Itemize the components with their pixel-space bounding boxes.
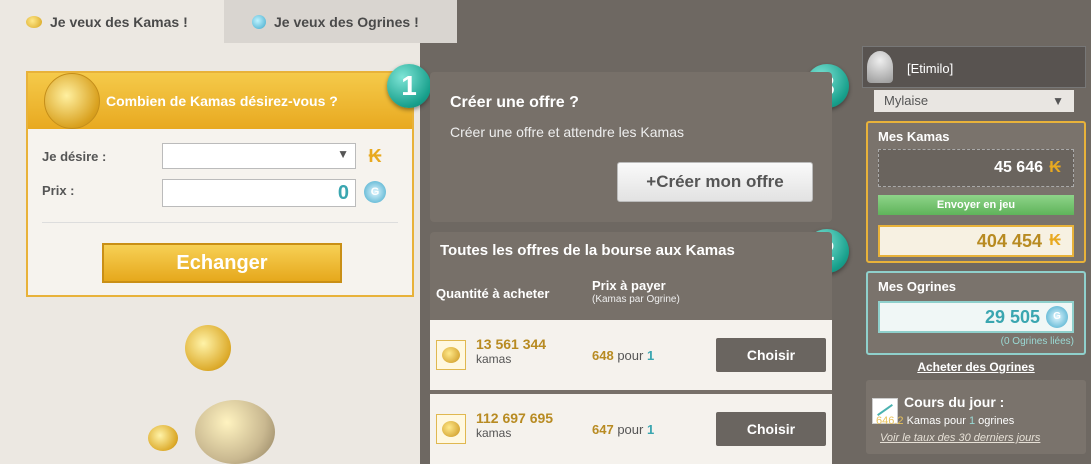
column-header-price: Prix à payer (592, 278, 666, 293)
my-ogrines-card: Mes Ogrines 29 505 G (0 Ogrines liées) (866, 271, 1086, 355)
desire-label: Je désire : (42, 149, 107, 164)
offer-price: 648 pour 1 (592, 348, 654, 363)
offer-price-pour: pour (617, 348, 644, 363)
username: [Etimilo] (907, 61, 954, 76)
price-input[interactable]: 0 (162, 179, 356, 207)
column-header-price-sub: (Kamas par Ogrine) (592, 294, 680, 305)
decorative-coin-icon (148, 425, 178, 451)
create-offer-panel: Créer une offre ? Créer une offre et att… (430, 72, 832, 222)
offer-price-pour: pour (617, 422, 644, 437)
offer-price: 647 pour 1 (592, 422, 654, 437)
kamas-amount: 45 646 (878, 149, 1074, 187)
my-kamas-title: Mes Kamas (878, 129, 950, 144)
money-bag-icon (195, 400, 275, 464)
ogrines-linked: (0 Ogrines liées) (1000, 336, 1074, 347)
create-offer-title: Créer une offre ? (450, 94, 579, 111)
tab-kamas[interactable]: Je veux des Kamas ! (0, 0, 224, 43)
server-select-value: Mylaise (884, 93, 929, 108)
column-header-quantity: Quantité à acheter (436, 286, 550, 301)
offers-panel: Toutes les offres de la bourse aux Kamas… (430, 232, 832, 464)
offer-quantity: 13 561 344 (476, 336, 547, 352)
exchange-button[interactable]: Echanger (102, 243, 342, 283)
kamas-coin-icon (26, 15, 42, 28)
choose-button[interactable]: Choisir (716, 338, 826, 372)
price-label: Prix : (42, 183, 75, 198)
my-ogrines-title: Mes Ogrines (878, 279, 957, 294)
kamas-symbol-icon: ₭ (1049, 159, 1061, 176)
decorative-coin-icon (185, 325, 231, 371)
divider (42, 222, 398, 223)
chevron-down-icon: ▼ (1052, 94, 1064, 108)
offer-price-ogrines: 1 (646, 348, 655, 363)
offer-unit: kamas (476, 352, 512, 366)
kamas-panel-title: Combien de Kamas désirez-vous ? (106, 93, 338, 109)
avatar (867, 51, 893, 83)
offer-unit: kamas (476, 426, 512, 440)
daily-rate-line: 646.2 Kamas pour 1 ogrines (876, 415, 1014, 427)
desire-select[interactable]: ▼ (162, 143, 356, 169)
step-badge-1: 1 (387, 64, 431, 108)
create-offer-subtitle: Créer une offre et attendre les Kamas (450, 124, 684, 140)
tab-ogrines[interactable]: Je veux des Ogrines ! (224, 0, 457, 43)
kamas-request-panel: Combien de Kamas désirez-vous ? Je désir… (26, 71, 414, 297)
rate-history-link[interactable]: Voir le taux des 30 derniers jours (880, 432, 1040, 444)
rate-text-2: ogrines (978, 415, 1015, 427)
send-in-game-button[interactable]: Envoyer en jeu (878, 195, 1074, 215)
buy-ogrines-link[interactable]: Acheter des Ogrines (866, 360, 1086, 374)
tab-ogrines-label: Je veux des Ogrines ! (274, 13, 419, 30)
ogrine-symbol-icon: G (364, 181, 386, 203)
offers-title: Toutes les offres de la bourse aux Kamas (440, 242, 735, 259)
kamas-coins-icon (436, 414, 466, 444)
user-bar: [Etimilo] (862, 46, 1086, 88)
offer-price-value: 648 (592, 348, 614, 363)
table-row: 112 697 695 kamas 647 pour 1 Choisir (430, 394, 832, 464)
ogrine-icon (252, 14, 266, 29)
kamas-coins-icon (436, 340, 466, 370)
kamas-coin-icon (44, 73, 100, 129)
kamas-symbol-icon: ₭ (368, 146, 382, 166)
daily-rate-panel: Cours du jour : 646.2 Kamas pour 1 ogrin… (866, 380, 1086, 454)
offer-quantity: 112 697 695 (476, 410, 554, 426)
kamas-panel-header: Combien de Kamas désirez-vous ? (28, 73, 412, 129)
table-row: 13 561 344 kamas 648 pour 1 Choisir (430, 320, 832, 390)
server-select[interactable]: Mylaise ▼ (874, 90, 1074, 112)
rate-text-1: Kamas pour (906, 415, 966, 427)
rate-value: 646.2 (876, 415, 904, 427)
rate-ogrines: 1 (968, 415, 976, 427)
ogrine-symbol-icon: G (1046, 306, 1068, 328)
ogrines-amount: 29 505 (878, 301, 1074, 333)
offer-price-ogrines: 1 (646, 422, 655, 437)
create-offer-button[interactable]: +Créer mon offre (617, 162, 813, 202)
daily-rate-title: Cours du jour : (904, 394, 1005, 410)
choose-button[interactable]: Choisir (716, 412, 826, 446)
offer-price-value: 647 (592, 422, 614, 437)
my-kamas-card: Mes Kamas 45 646 ₭ Envoyer en jeu 404 45… (866, 121, 1086, 263)
tab-kamas-label: Je veux des Kamas ! (50, 13, 188, 30)
kamas-bank-amount: 404 454 (878, 225, 1074, 257)
chevron-down-icon: ▼ (337, 147, 349, 161)
kamas-symbol-icon: ₭ (1049, 232, 1061, 249)
